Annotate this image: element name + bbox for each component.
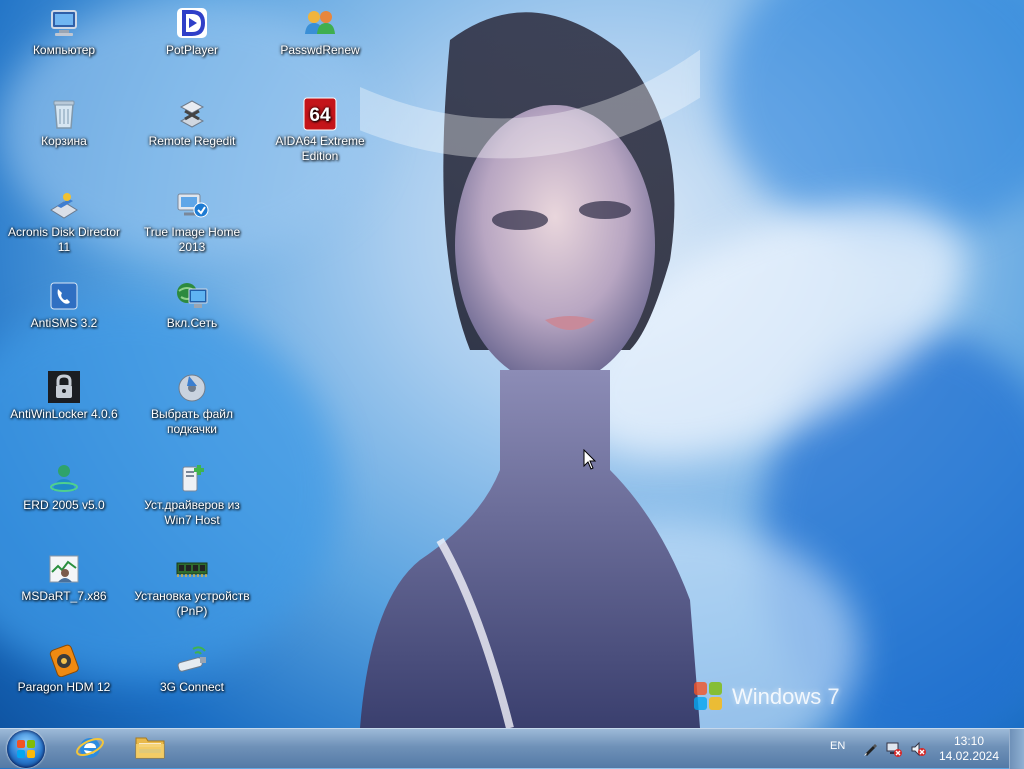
disk-icon bbox=[175, 370, 209, 404]
wallpaper-portrait bbox=[360, 12, 700, 728]
desktop-icon-remote-regedit[interactable]: Remote Regedit bbox=[130, 97, 254, 149]
clock-date: 14.02.2024 bbox=[938, 749, 1000, 763]
desktop-icon-computer[interactable]: Компьютер bbox=[2, 6, 126, 58]
computer-icon bbox=[47, 6, 81, 40]
aida64-icon: 64 bbox=[303, 97, 337, 131]
desktop-icon-antisms[interactable]: AntiSMS 3.2 bbox=[2, 279, 126, 331]
potplayer-icon bbox=[175, 6, 209, 40]
desktop-icon-paragon[interactable]: Paragon HDM 12 bbox=[2, 643, 126, 695]
svg-text:64: 64 bbox=[309, 105, 331, 126]
windows-flag-icon bbox=[694, 682, 724, 712]
desktop-icon-aida64[interactable]: 64 AIDA64 Extreme Edition bbox=[258, 97, 382, 164]
desktop-icon-recycle-bin[interactable]: Корзина bbox=[2, 97, 126, 149]
desktop-icon-pagefile[interactable]: Выбрать файл подкачки bbox=[130, 370, 254, 437]
volume-muted-icon[interactable] bbox=[910, 741, 926, 757]
ram-module-icon bbox=[175, 552, 209, 586]
paragon-icon bbox=[47, 643, 81, 678]
recycle-bin-icon bbox=[47, 97, 81, 131]
desktop-icon-passwdrenew[interactable]: PasswdRenew bbox=[258, 6, 382, 58]
pen-icon[interactable] bbox=[862, 741, 878, 757]
desktop-icon-install-drivers[interactable]: Уст.драйверов из Win7 Host bbox=[130, 461, 254, 528]
msdart-icon bbox=[47, 552, 81, 586]
desktop-icon-msdart[interactable]: MSDaRT_7.x86 bbox=[2, 552, 126, 604]
desktop-icon-network-on[interactable]: Вкл.Сеть bbox=[130, 279, 254, 331]
true-image-icon bbox=[175, 188, 209, 222]
ie-icon bbox=[75, 732, 105, 766]
desktop-icon-erd[interactable]: ERD 2005 v5.0 bbox=[2, 461, 126, 513]
clock[interactable]: 13:10 14.02.2024 bbox=[934, 734, 1004, 764]
start-button[interactable] bbox=[7, 730, 45, 768]
users-icon bbox=[303, 6, 337, 40]
language-indicator[interactable]: EN bbox=[830, 740, 845, 752]
taskbar-explorer[interactable] bbox=[122, 731, 178, 767]
driver-install-icon bbox=[175, 461, 209, 495]
network-disconnected-icon[interactable] bbox=[886, 741, 902, 757]
acronis-icon bbox=[47, 188, 81, 222]
network-icon bbox=[175, 279, 209, 313]
folder-icon bbox=[134, 732, 166, 766]
desktop-icon-antiwinlocker[interactable]: AntiWinLocker 4.0.6 bbox=[2, 370, 126, 422]
usb-modem-icon bbox=[175, 643, 209, 677]
desktop-icon-pnp-install[interactable]: Установка устройств (PnP) bbox=[130, 552, 254, 619]
desktop-icon-true-image[interactable]: True Image Home 2013 bbox=[130, 188, 254, 255]
taskbar-internet-explorer[interactable] bbox=[62, 731, 118, 767]
windows7-watermark: Windows 7 bbox=[694, 682, 840, 712]
erd-icon bbox=[47, 461, 81, 495]
desktop-icon-3g-connect[interactable]: 3G Connect bbox=[130, 643, 254, 695]
lock-icon bbox=[47, 370, 81, 404]
watermark-text: Windows 7 bbox=[732, 684, 840, 709]
clock-time: 13:10 bbox=[953, 734, 985, 748]
mouse-cursor bbox=[583, 448, 597, 471]
desktop-icon-acronis-disk-director[interactable]: Acronis Disk Director 11 bbox=[2, 188, 126, 255]
taskbar: EN 13:10 14.02.2024 bbox=[0, 728, 1024, 769]
windows-logo-icon bbox=[17, 740, 35, 758]
regedit-icon bbox=[175, 97, 209, 131]
desktop-icon-potplayer[interactable]: PotPlayer bbox=[130, 6, 254, 58]
antisms-icon bbox=[47, 279, 81, 313]
show-desktop-button[interactable] bbox=[1009, 729, 1024, 769]
